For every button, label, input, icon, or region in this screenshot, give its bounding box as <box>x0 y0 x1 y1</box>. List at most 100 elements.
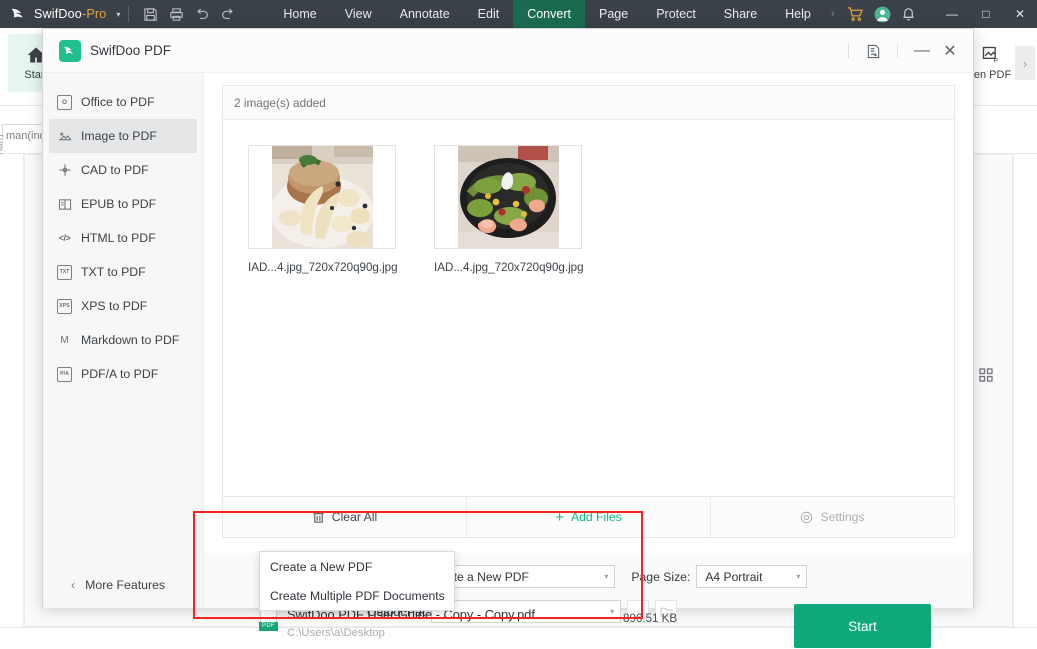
sidebar-item-xps-to-pdf[interactable]: XPS XPS to PDF <box>49 289 197 323</box>
page-size-select[interactable]: A4 Portrait ▾ <box>696 565 808 588</box>
sidebar-item-label: Office to PDF <box>81 95 155 109</box>
dialog-title-buttons: — ✕ <box>839 29 963 73</box>
more-features-label: More Features <box>85 578 166 592</box>
chevron-down-icon: ▾ <box>604 572 609 581</box>
html-icon: </> <box>58 233 71 243</box>
feedback-icon[interactable] <box>860 38 886 64</box>
sidebar-item-label: Image to PDF <box>81 129 157 143</box>
swifdoo-pdf-logo-icon <box>59 39 81 62</box>
close-button[interactable]: ✕ <box>1003 0 1037 28</box>
dropdown-item-create-multiple-pdf[interactable]: Create Multiple PDF Documents <box>260 581 454 610</box>
settings-button[interactable]: Settings <box>711 497 954 537</box>
notification-bell-icon[interactable] <box>901 6 916 22</box>
convert-dialog: SwifDoo PDF — ✕ O Office to PDF Image to… <box>42 28 974 648</box>
print-icon[interactable] <box>163 3 189 25</box>
dialog-title-divider-right <box>897 44 898 58</box>
clear-all-button[interactable]: Clear All <box>223 497 467 537</box>
menu-item-share[interactable]: Share <box>710 0 771 28</box>
ribbon-button-flatten-pdf-label: ten PDF <box>970 69 1012 81</box>
cad-icon <box>57 163 72 178</box>
sidebar-item-label: Markdown to PDF <box>81 333 180 347</box>
recent-file-path: C:\Users\a\Desktop <box>287 627 385 639</box>
settings-label: Settings <box>820 510 865 524</box>
shrimp-salad-photo <box>457 146 559 248</box>
recent-file-size: 896.51 KB <box>623 612 678 625</box>
file-list-panel: 2 image(s) added IAD...4.jpg_720x720q90g… <box>222 85 955 497</box>
sidebar-item-epub-to-pdf[interactable]: EPUB to PDF <box>49 187 197 221</box>
gear-icon <box>800 511 813 524</box>
options-dropdown-menu: Create a New PDF Create Multiple PDF Doc… <box>259 551 455 611</box>
menu-item-view[interactable]: View <box>331 0 386 28</box>
sidebar-item-label: CAD to PDF <box>81 163 149 177</box>
menu-item-help[interactable]: Help <box>771 0 825 28</box>
sidebar-item-office-to-pdf[interactable]: O Office to PDF <box>49 85 197 119</box>
titlebar-tray <box>847 6 916 23</box>
file-item[interactable]: IAD...4.jpg_720x720q90g.jpg <box>248 145 398 274</box>
file-name: IAD...4.jpg_720x720q90g.jpg <box>434 261 584 274</box>
brand-dropdown-caret-icon[interactable]: ▾ <box>116 10 120 19</box>
file-item[interactable]: IAD...4.jpg_720x720q90g.jpg <box>434 145 584 274</box>
dropdown-item-create-new-pdf[interactable]: Create a New PDF <box>260 552 454 581</box>
minimize-button[interactable]: — <box>935 0 969 28</box>
menu-item-page[interactable]: Page <box>585 0 642 28</box>
menu-item-annotate[interactable]: Annotate <box>386 0 464 28</box>
main-menu: Home View Annotate Edit Convert Page Pro… <box>269 0 840 28</box>
app-brand-text: SwifDoo-Pro <box>34 7 107 21</box>
dialog-title-divider-left <box>848 44 849 58</box>
left-rail <box>0 154 24 649</box>
trash-icon <box>312 510 325 524</box>
dialog-minimize-button[interactable]: — <box>909 38 935 64</box>
app-brand: SwifDoo-Pro ▾ <box>0 6 120 22</box>
right-rail <box>1013 154 1037 627</box>
menu-item-protect[interactable]: Protect <box>642 0 710 28</box>
ribbon-overflow-button[interactable]: › <box>1015 46 1035 80</box>
more-features-button[interactable]: ‹ More Features <box>43 578 204 592</box>
app-title-bar: SwifDoo-Pro ▾ Home View Annotate Edit Co… <box>0 0 1037 28</box>
dialog-body: O Office to PDF Image to PDF CAD to PDF … <box>43 73 973 648</box>
swifdoo-logo-icon <box>10 6 28 22</box>
sidebar-item-label: TXT to PDF <box>81 265 146 279</box>
cart-icon[interactable] <box>847 6 864 22</box>
sidebar-item-image-to-pdf[interactable]: Image to PDF <box>49 119 197 153</box>
file-action-bar: Clear All + Add Files Settings <box>222 497 955 538</box>
file-name: IAD...4.jpg_720x720q90g.jpg <box>248 261 398 274</box>
epub-icon <box>57 197 72 212</box>
file-count-status: 2 image(s) added <box>223 86 954 120</box>
sidebar-item-html-to-pdf[interactable]: </> HTML to PDF <box>49 221 197 255</box>
plus-icon: + <box>555 508 564 526</box>
thumbnail-box[interactable] <box>248 145 396 249</box>
chevron-down-icon: ▾ <box>796 572 801 581</box>
menu-item-edit[interactable]: Edit <box>464 0 514 28</box>
thumbnail-grid: IAD...4.jpg_720x720q90g.jpg IAD...4.jpg_… <box>223 120 954 274</box>
dialog-main-panel: 2 image(s) added IAD...4.jpg_720x720q90g… <box>204 73 973 648</box>
flatten-pdf-icon: P <box>980 45 1002 65</box>
markdown-icon: M <box>60 334 69 346</box>
chevron-left-icon: ‹ <box>71 578 76 592</box>
sidebar-item-label: XPS to PDF <box>81 299 148 313</box>
add-files-button[interactable]: + Add Files <box>467 497 711 537</box>
sidebar-item-pdfa-to-pdf[interactable]: P/A PDF/A to PDF <box>49 357 197 391</box>
sidebar-item-txt-to-pdf[interactable]: TXT TXT to PDF <box>49 255 197 289</box>
clear-all-label: Clear All <box>331 510 378 524</box>
pancake-banana-photo <box>271 146 373 248</box>
svg-text:P: P <box>994 58 999 65</box>
menu-item-convert[interactable]: Convert <box>513 0 585 28</box>
maximize-button[interactable]: □ <box>969 0 1003 28</box>
account-icon[interactable] <box>874 6 891 23</box>
menu-item-home[interactable]: Home <box>269 0 330 28</box>
office-icon: O <box>57 94 72 110</box>
add-files-label: Add Files <box>570 510 622 524</box>
menu-overflow-chevron-icon[interactable]: › <box>825 8 841 20</box>
grid-view-icon[interactable] <box>979 368 993 382</box>
sidebar-item-label: EPUB to PDF <box>81 197 157 211</box>
dialog-close-button[interactable]: ✕ <box>937 38 963 64</box>
dialog-sidebar: O Office to PDF Image to PDF CAD to PDF … <box>43 73 204 608</box>
undo-icon[interactable] <box>189 3 215 25</box>
xps-icon: XPS <box>57 298 72 314</box>
sidebar-item-cad-to-pdf[interactable]: CAD to PDF <box>49 153 197 187</box>
thumbnail-box[interactable] <box>434 145 582 249</box>
pdf-badge: PDF <box>259 622 278 631</box>
save-icon[interactable] <box>137 3 163 25</box>
sidebar-item-markdown-to-pdf[interactable]: M Markdown to PDF <box>49 323 197 357</box>
redo-icon[interactable] <box>215 3 241 25</box>
